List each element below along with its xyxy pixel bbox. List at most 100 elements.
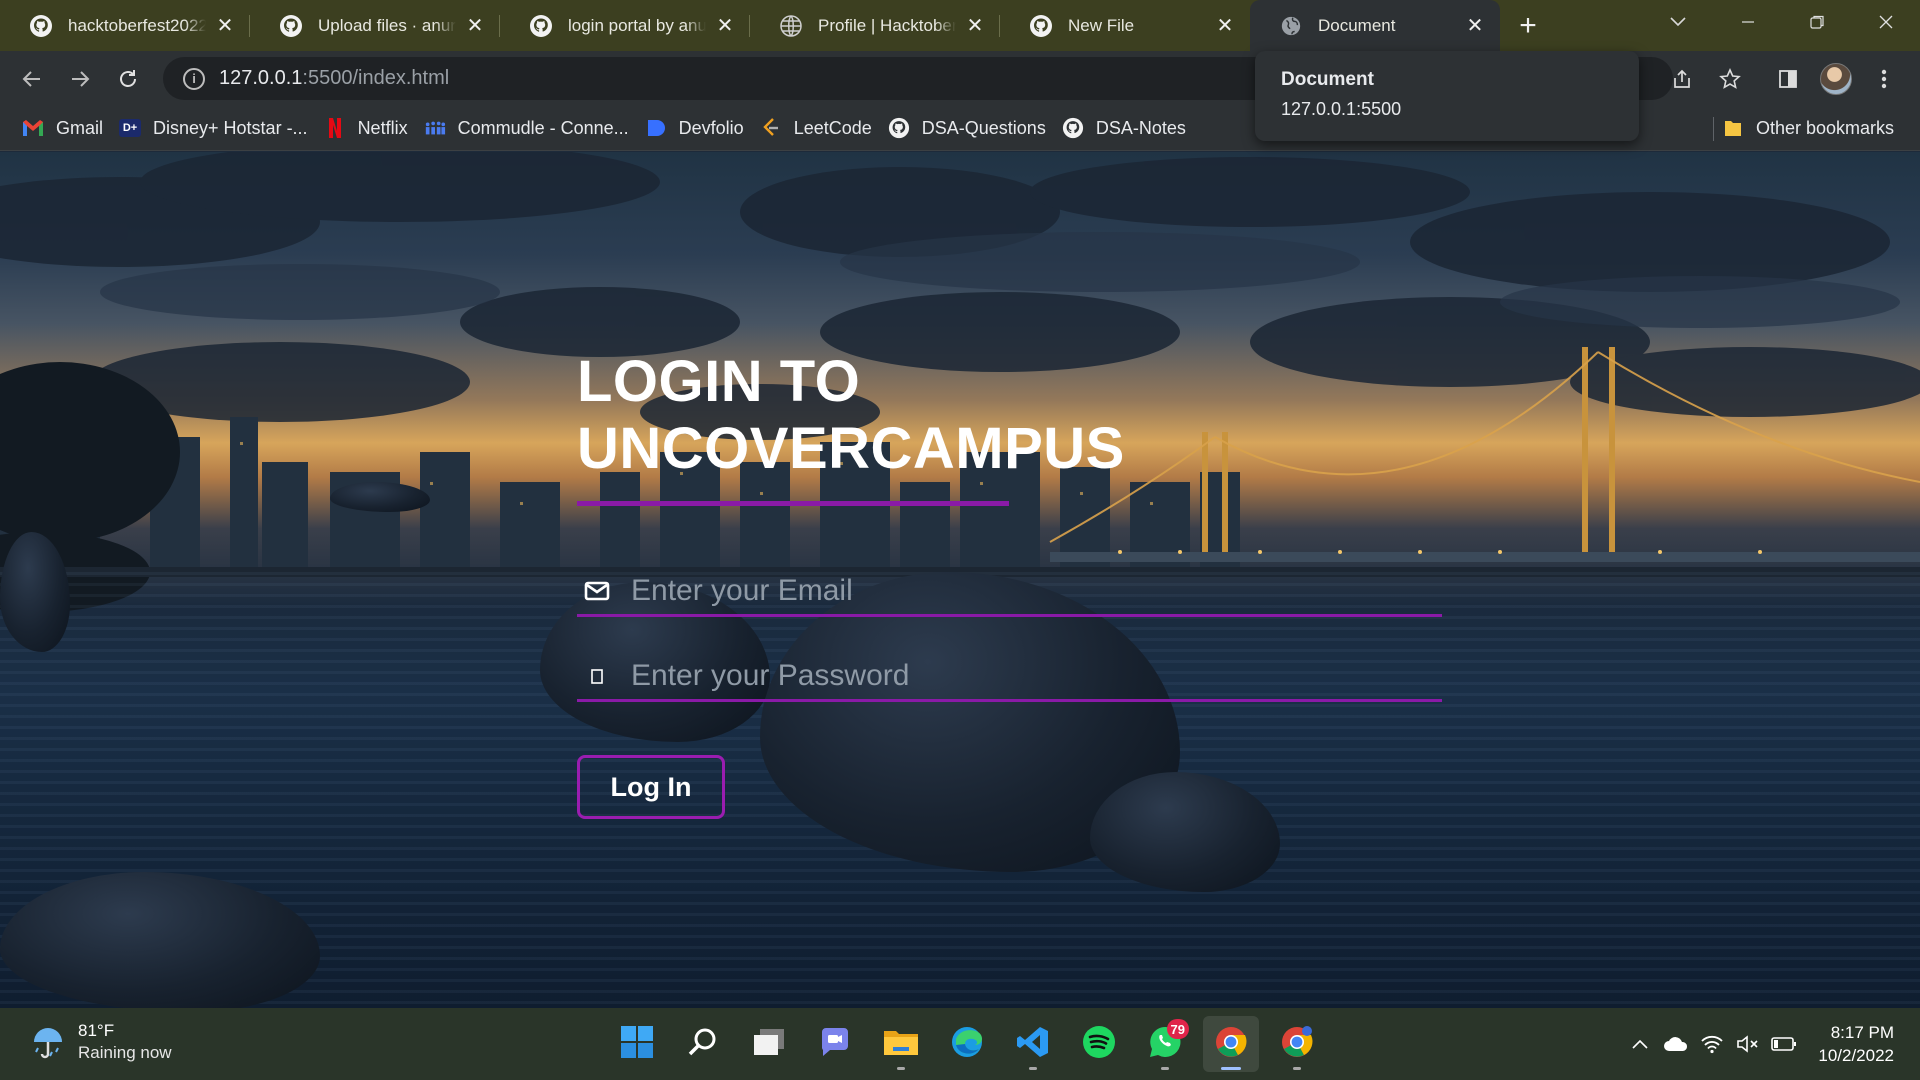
windows-icon bbox=[620, 1025, 654, 1064]
spotify-icon bbox=[1082, 1025, 1116, 1064]
share-icon[interactable] bbox=[1658, 55, 1706, 103]
umbrella-rain-icon bbox=[28, 1022, 68, 1062]
close-icon[interactable]: ✕ bbox=[214, 15, 236, 37]
github-icon bbox=[1028, 13, 1054, 39]
other-bookmarks[interactable]: Other bookmarks bbox=[1718, 111, 1906, 145]
chrome-button[interactable] bbox=[1203, 1016, 1259, 1072]
close-window-icon[interactable] bbox=[1851, 0, 1920, 44]
tab-new-file[interactable]: New File ✕ bbox=[1000, 0, 1250, 51]
tab-strip: hacktoberfest2022 ✕ Upload files · anura… bbox=[0, 0, 1920, 51]
close-icon[interactable]: ✕ bbox=[1464, 15, 1486, 37]
tooltip-url: 127.0.0.1:5500 bbox=[1281, 99, 1402, 119]
url-path: :5500/index.html bbox=[302, 67, 450, 89]
weather-widget[interactable]: 81°F Raining now bbox=[28, 1020, 172, 1064]
task-view-icon bbox=[752, 1027, 786, 1062]
chrome-profile-button[interactable] bbox=[1269, 1016, 1325, 1072]
file-explorer-button[interactable] bbox=[873, 1016, 929, 1072]
forward-arrow-icon[interactable] bbox=[56, 55, 104, 103]
github-icon bbox=[28, 13, 54, 39]
page-viewport: LOGIN TO UNCOVERCAMPUS Log In bbox=[0, 152, 1920, 1008]
task-view-button[interactable] bbox=[741, 1016, 797, 1072]
tab-hacktoberfest2022[interactable]: hacktoberfest2022 ✕ bbox=[0, 0, 250, 51]
window-controls bbox=[1713, 0, 1920, 44]
tab-title: Upload files · anuragsingh bbox=[318, 15, 456, 35]
bookmark-devfolio[interactable]: Devfolio bbox=[641, 111, 756, 145]
leetcode-icon bbox=[760, 117, 782, 139]
menu-dots-icon[interactable] bbox=[1860, 55, 1908, 103]
lock-icon bbox=[577, 656, 617, 696]
hotstar-icon: D+ bbox=[119, 119, 142, 137]
vscode-button[interactable] bbox=[1005, 1016, 1061, 1072]
tab-document[interactable]: Document ✕ bbox=[1250, 0, 1500, 51]
bookmark-label: Disney+ Hotstar -... bbox=[153, 117, 308, 138]
start-button[interactable] bbox=[609, 1016, 665, 1072]
tab-profile-hacktoberfest[interactable]: Profile | Hacktoberfest ✕ bbox=[750, 0, 1000, 51]
toolbar-actions bbox=[1658, 51, 1920, 106]
close-icon[interactable]: ✕ bbox=[964, 15, 986, 37]
close-icon[interactable]: ✕ bbox=[714, 15, 736, 37]
search-button[interactable] bbox=[675, 1016, 731, 1072]
close-icon[interactable]: ✕ bbox=[464, 15, 486, 37]
bookmark-commudle[interactable]: Commudle - Conne... bbox=[420, 111, 641, 145]
bookmark-netflix[interactable]: Netflix bbox=[320, 111, 420, 145]
close-icon[interactable]: ✕ bbox=[1214, 15, 1236, 37]
page-title: LOGIN TO UNCOVERCAMPUS bbox=[577, 348, 1125, 482]
clock-date: 10/2/2022 bbox=[1818, 1046, 1894, 1065]
edge-button[interactable] bbox=[939, 1016, 995, 1072]
password-field-row bbox=[577, 652, 1442, 702]
commudle-icon bbox=[424, 117, 446, 139]
password-input[interactable] bbox=[631, 658, 1411, 693]
globe-icon bbox=[1278, 13, 1304, 39]
running-indicator bbox=[1161, 1067, 1169, 1070]
netflix-icon bbox=[324, 117, 346, 139]
email-field-row bbox=[577, 567, 1442, 617]
onedrive-cloud-icon[interactable] bbox=[1658, 1026, 1694, 1062]
chrome-icon bbox=[1280, 1025, 1314, 1064]
bookmark-label: LeetCode bbox=[793, 117, 872, 138]
minimize-icon[interactable] bbox=[1713, 0, 1782, 44]
volume-muted-icon[interactable] bbox=[1730, 1026, 1766, 1062]
url-host: 127.0.0.1 bbox=[219, 67, 303, 89]
restore-icon[interactable] bbox=[1782, 0, 1851, 44]
bookmark-gmail[interactable]: Gmail bbox=[18, 111, 115, 145]
windows-taskbar: 81°F Raining now 79 8:17 PM 10/2/2022 bbox=[0, 1008, 1920, 1080]
title-line-1: LOGIN TO bbox=[577, 349, 861, 414]
bookmark-label: DSA-Notes bbox=[1095, 117, 1186, 138]
running-indicator bbox=[1221, 1067, 1241, 1070]
vscode-icon bbox=[1016, 1025, 1050, 1064]
weather-temperature: 81°F bbox=[78, 1021, 115, 1040]
avatar[interactable] bbox=[1812, 55, 1860, 103]
tab-login-portal[interactable]: login portal by anurag ✕ bbox=[500, 0, 750, 51]
github-icon bbox=[528, 13, 554, 39]
bookmark-leetcode[interactable]: LeetCode bbox=[756, 111, 884, 145]
bookmark-dsa-notes[interactable]: DSA-Notes bbox=[1058, 111, 1198, 145]
wifi-icon[interactable] bbox=[1694, 1026, 1730, 1062]
reload-icon[interactable] bbox=[104, 55, 152, 103]
bookmark-hotstar[interactable]: D+ Disney+ Hotstar -... bbox=[115, 111, 320, 145]
tab-upload-files[interactable]: Upload files · anuragsingh ✕ bbox=[250, 0, 500, 51]
battery-icon[interactable] bbox=[1766, 1026, 1802, 1062]
site-info-icon[interactable]: i bbox=[183, 67, 205, 90]
github-icon bbox=[1062, 117, 1084, 139]
chevron-up-icon[interactable] bbox=[1622, 1026, 1658, 1062]
teams-chat-button[interactable] bbox=[807, 1016, 863, 1072]
bookmark-label: Netflix bbox=[357, 117, 408, 138]
spotify-button[interactable] bbox=[1071, 1016, 1127, 1072]
system-tray: 8:17 PM 10/2/2022 bbox=[1622, 1008, 1920, 1080]
search-icon bbox=[687, 1026, 719, 1063]
system-clock[interactable]: 8:17 PM 10/2/2022 bbox=[1802, 1021, 1920, 1067]
whatsapp-button[interactable]: 79 bbox=[1137, 1016, 1193, 1072]
running-indicator bbox=[1293, 1067, 1301, 1070]
new-tab-button[interactable]: + bbox=[1500, 0, 1556, 51]
login-button[interactable]: Log In bbox=[577, 755, 725, 819]
bookmark-label: Devfolio bbox=[678, 117, 744, 138]
email-input[interactable] bbox=[631, 573, 1411, 608]
back-arrow-icon[interactable] bbox=[8, 55, 56, 103]
side-panel-icon[interactable] bbox=[1764, 55, 1812, 103]
globe-icon bbox=[778, 13, 804, 39]
tab-search-icon[interactable] bbox=[1648, 0, 1708, 44]
devfolio-icon bbox=[645, 117, 667, 139]
tab-title: hacktoberfest2022 bbox=[68, 15, 206, 35]
bookmark-dsa-questions[interactable]: DSA-Questions bbox=[884, 111, 1058, 145]
bookmark-star-icon[interactable] bbox=[1706, 55, 1754, 103]
